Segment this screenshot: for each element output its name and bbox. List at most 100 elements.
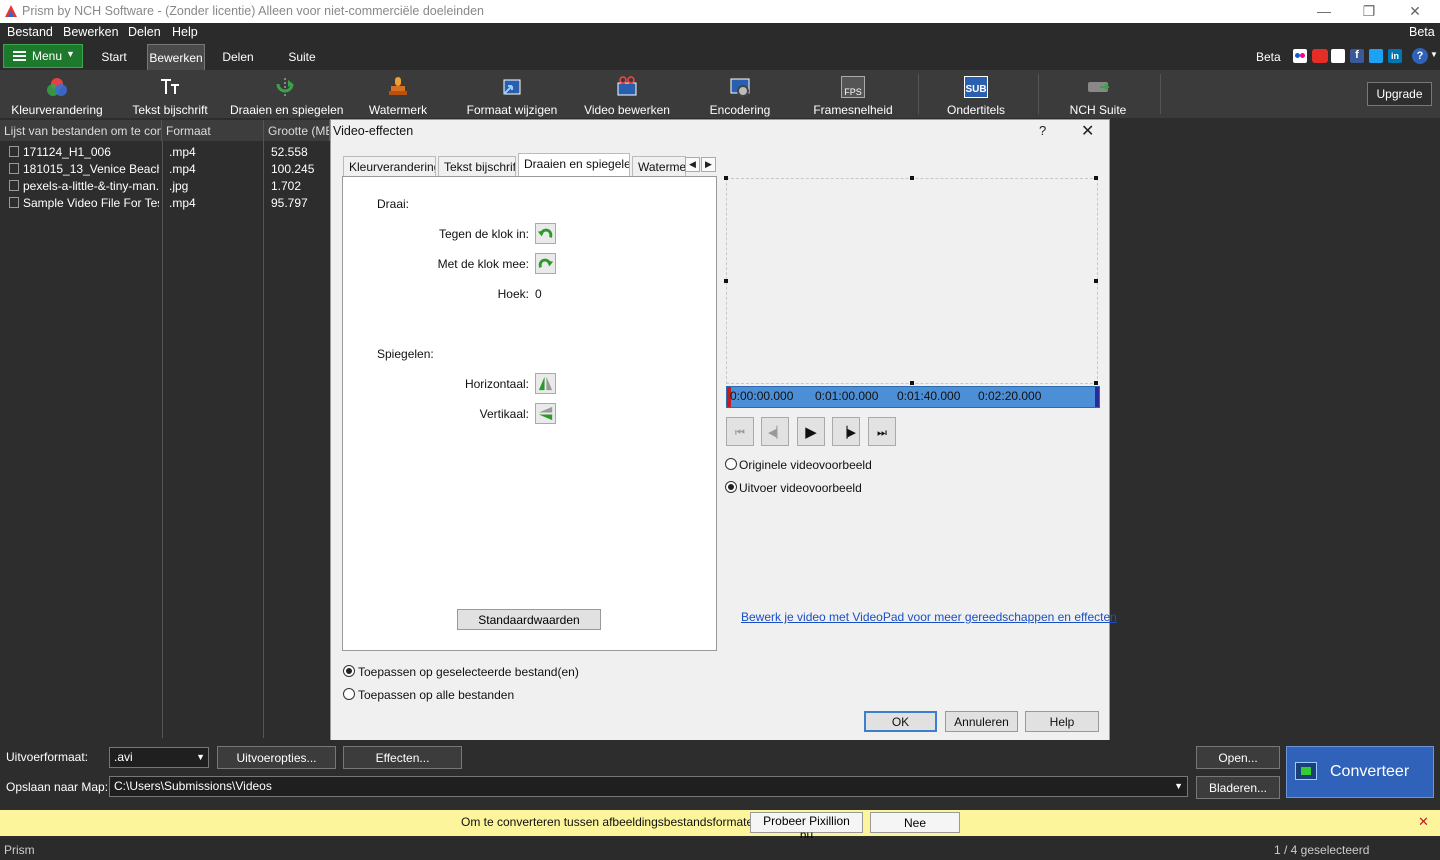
tool-rotate-flip[interactable]: Draaien en spiegelen xyxy=(230,70,343,118)
tool-color-change[interactable]: Kleurverandering xyxy=(8,70,106,118)
output-preview-label[interactable]: Uitvoer videovoorbeeld xyxy=(739,481,862,495)
resize-handle[interactable] xyxy=(910,381,914,385)
upgrade-button[interactable]: Upgrade xyxy=(1367,82,1432,106)
apply-selected-radio[interactable] xyxy=(343,665,355,677)
nch-suite-icon xyxy=(1088,82,1110,92)
table-row[interactable]: Sample Video File For Tes... .mp4 95.797 xyxy=(0,194,330,211)
resize-handle[interactable] xyxy=(1094,176,1098,180)
try-pixillion-button[interactable]: Probeer Pixillion nu xyxy=(750,812,863,842)
linkedin-icon[interactable]: in xyxy=(1388,49,1402,63)
timeline-end-marker[interactable] xyxy=(1095,387,1099,407)
ok-button[interactable]: OK xyxy=(864,711,937,732)
restore-button[interactable]: ❐ xyxy=(1346,0,1392,23)
banner-close-icon[interactable]: ✕ xyxy=(1418,814,1429,830)
resize-handle[interactable] xyxy=(910,176,914,180)
resize-handle[interactable] xyxy=(1094,381,1098,385)
resize-handle[interactable] xyxy=(1094,279,1098,283)
column-header-name[interactable]: Lijst van bestanden om te con... xyxy=(0,120,162,141)
step-back-button[interactable]: ◀▏ xyxy=(761,417,789,446)
tool-watermark[interactable]: Watermerk xyxy=(360,70,436,118)
apply-selected-label[interactable]: Toepassen op geselecteerde bestand(en) xyxy=(358,665,579,679)
flip-vertical-button[interactable] xyxy=(535,403,556,424)
apply-all-label[interactable]: Toepassen op alle bestanden xyxy=(358,688,514,702)
tab-tekst-bijschrift[interactable]: Tekst bijschrift xyxy=(438,156,516,176)
flip-vertical-icon xyxy=(538,406,553,421)
tab-watermerk[interactable]: Watermerk xyxy=(632,156,686,176)
tool-edit-video[interactable]: Video bewerken xyxy=(584,70,670,118)
defaults-button[interactable]: Standaardwaarden xyxy=(457,609,601,630)
youtube-icon[interactable] xyxy=(1312,49,1328,63)
output-options-button[interactable]: Uitvoeropties... xyxy=(217,746,336,769)
table-row[interactable]: 181015_13_Venice Beach... .mp4 100.245 xyxy=(0,160,330,177)
app-icon xyxy=(5,5,17,17)
original-preview-label[interactable]: Originele videovoorbeeld xyxy=(739,458,872,472)
angle-value: 0 xyxy=(535,287,542,301)
rotate-cw-icon xyxy=(538,258,554,268)
tool-subtitles[interactable]: SUB Ondertitels xyxy=(940,70,1012,118)
tab-scroll-right-icon[interactable]: ▶ xyxy=(701,157,716,172)
facebook-icon[interactable]: f xyxy=(1350,49,1364,63)
tab-start[interactable]: Start xyxy=(90,44,138,70)
output-format-select[interactable]: .avi ▼ xyxy=(109,747,209,768)
resize-handle[interactable] xyxy=(724,279,728,283)
step-forward-icon: ▕▶ xyxy=(839,427,856,439)
tab-bewerken[interactable]: Bewerken xyxy=(147,44,205,70)
menu-delen[interactable]: Delen xyxy=(128,25,161,39)
dialog-help-icon[interactable]: ? xyxy=(1039,123,1046,138)
menu-bestand[interactable]: Bestand xyxy=(7,25,53,39)
tab-kleurverandering[interactable]: Kleurverandering xyxy=(343,156,436,176)
table-row[interactable]: pexels-a-little-&-tiny-man... .jpg 1.702 xyxy=(0,177,330,194)
go-to-start-button[interactable]: ⏮ xyxy=(726,417,754,446)
tool-framerate[interactable]: FPS Framesnelheid xyxy=(812,70,894,118)
rotate-cw-button[interactable] xyxy=(535,253,556,274)
tab-suite[interactable]: Suite xyxy=(278,44,326,70)
tool-nch-suite[interactable]: NCH Suite xyxy=(1064,70,1132,118)
table-row[interactable]: 171124_H1_006 .mp4 52.558 xyxy=(0,143,330,160)
go-to-end-button[interactable]: ⏭ xyxy=(868,417,896,446)
convert-button[interactable]: Converteer xyxy=(1286,746,1434,798)
rotate-flip-icon xyxy=(276,78,294,96)
subtitles-icon: SUB xyxy=(964,76,988,98)
column-divider xyxy=(162,141,163,738)
help-dropdown-icon[interactable]: ▼ xyxy=(1430,50,1438,59)
menu-help[interactable]: Help xyxy=(172,25,198,39)
save-to-field[interactable]: C:\Users\Submissions\Videos ▼ xyxy=(109,776,1188,797)
rotate-ccw-button[interactable] xyxy=(535,223,556,244)
resize-handle[interactable] xyxy=(724,176,728,180)
step-back-icon: ◀▏ xyxy=(768,427,785,439)
column-header-size[interactable]: Grootte (MB) xyxy=(264,120,330,141)
menu-button[interactable]: Menu ▼ xyxy=(3,44,83,68)
tool-encoding[interactable]: Encodering xyxy=(704,70,776,118)
original-preview-radio[interactable] xyxy=(725,458,737,470)
like-icon[interactable] xyxy=(1331,49,1345,63)
minimize-button[interactable]: — xyxy=(1301,0,1347,23)
step-forward-button[interactable]: ▕▶ xyxy=(832,417,860,446)
help-icon[interactable]: ? xyxy=(1412,48,1428,64)
effects-button[interactable]: Effecten... xyxy=(343,746,462,769)
tab-draaien-en-spiegelen[interactable]: Draaien en spiegelen xyxy=(518,153,630,177)
column-header-format[interactable]: Formaat xyxy=(162,120,264,141)
close-window-button[interactable]: ✕ xyxy=(1392,0,1438,23)
tool-text-caption[interactable]: Tekst bijschrift xyxy=(126,70,214,118)
tab-delen[interactable]: Delen xyxy=(214,44,262,70)
tool-resize[interactable]: Formaat wijzigen xyxy=(464,70,560,118)
open-button[interactable]: Open... xyxy=(1196,746,1280,769)
timeline[interactable]: 0:00:00.000 0:01:00.000 0:01:40.000 0:02… xyxy=(726,386,1100,408)
flip-horizontal-button[interactable] xyxy=(535,373,556,394)
flickr-icon[interactable] xyxy=(1293,49,1307,63)
cancel-button[interactable]: Annuleren xyxy=(945,711,1018,732)
edit-video-icon xyxy=(617,76,637,96)
timeline-label: 0:00:00.000 xyxy=(730,389,794,403)
no-button[interactable]: Nee xyxy=(870,812,960,833)
browse-button[interactable]: Bladeren... xyxy=(1196,776,1280,799)
twitter-icon[interactable] xyxy=(1369,49,1383,63)
chevron-down-icon: ▼ xyxy=(66,49,75,59)
videopad-link[interactable]: Bewerk je video met VideoPad voor meer g… xyxy=(741,610,1117,624)
menu-bewerken[interactable]: Bewerken xyxy=(63,25,119,39)
help-button[interactable]: Help xyxy=(1025,711,1099,732)
apply-all-radio[interactable] xyxy=(343,688,355,700)
play-button[interactable]: ▶ xyxy=(797,417,825,446)
output-preview-radio[interactable] xyxy=(725,481,737,493)
dialog-close-icon[interactable]: ✕ xyxy=(1081,121,1094,141)
tab-scroll-left-icon[interactable]: ◀ xyxy=(685,157,700,172)
